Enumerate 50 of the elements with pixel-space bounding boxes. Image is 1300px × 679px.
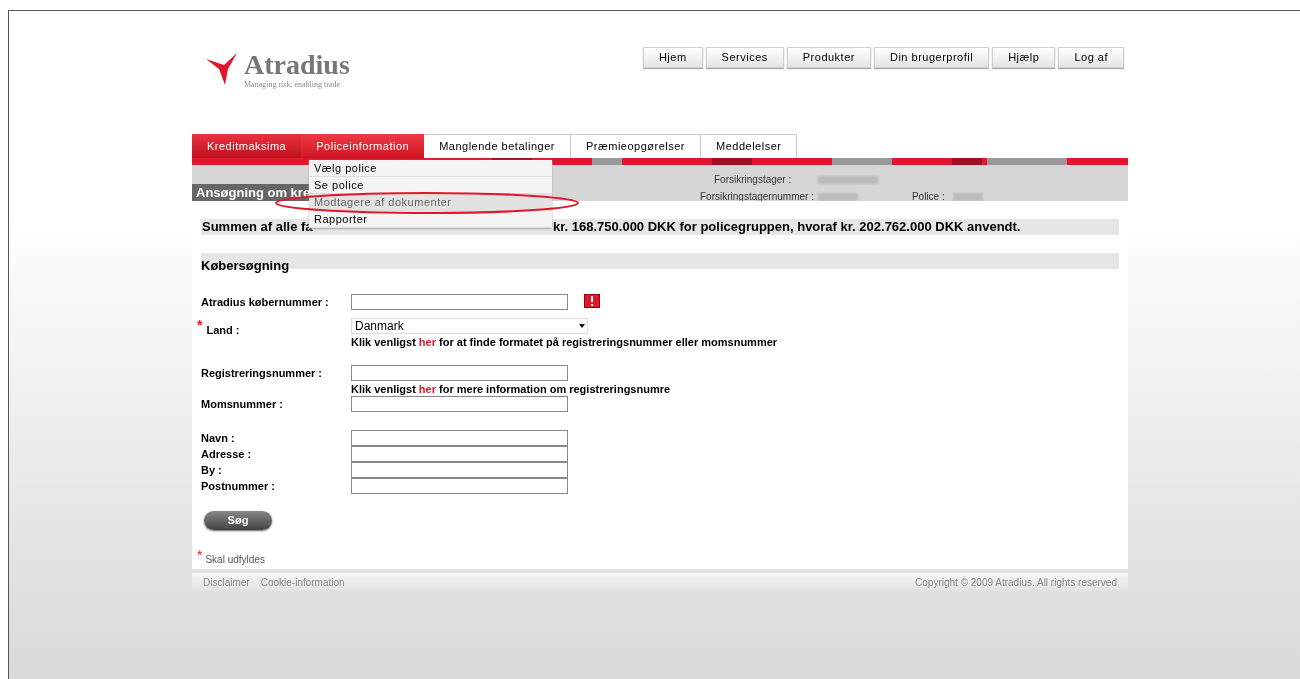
field-label: Registreringsnummer : — [201, 367, 323, 380]
input-field[interactable] — [351, 365, 568, 381]
nav-tab[interactable]: Meddelelser — [701, 134, 798, 158]
search-button[interactable]: Søg — [204, 511, 272, 530]
field-label: Atradius købernummer : — [201, 296, 329, 309]
nav-tab[interactable]: Manglende betalinger — [424, 134, 571, 158]
nav-tab[interactable]: Præmieopgørelser — [570, 134, 702, 158]
input-field[interactable] — [351, 294, 568, 310]
nav-button[interactable]: Din brugerprofil — [873, 47, 990, 68]
nav-button[interactable]: Produkter — [786, 47, 871, 68]
logo-wordmark: Atradius — [244, 51, 350, 79]
field-label: Postnummer : — [201, 480, 275, 493]
input-field[interactable] — [351, 446, 568, 462]
required-mark: * — [197, 549, 203, 562]
info-label: Forsikringstagernummer : — [700, 190, 814, 204]
field-label: Momsnummer : — [201, 398, 283, 411]
menu-item[interactable]: Rapporter — [309, 211, 552, 228]
info-label: Forsikringstager : — [713, 173, 793, 187]
nav-button[interactable]: Services — [705, 47, 784, 68]
input-field[interactable] — [351, 430, 568, 446]
nav-button[interactable]: Hjælp — [992, 47, 1056, 68]
hint-text: Klik venligst her for mere information om registreringsnumre — [351, 382, 671, 396]
required-note: Skal udfyldes — [205, 553, 265, 568]
field-label: Navn : — [201, 432, 235, 445]
caret-icon — [579, 324, 585, 328]
logo-icon — [204, 51, 240, 87]
redacted-value — [952, 193, 983, 201]
redacted-value — [817, 193, 858, 201]
redacted-value — [817, 176, 878, 184]
field-label: By : — [201, 464, 222, 477]
country-dropdown[interactable]: Danmark — [351, 318, 588, 334]
field-label: Adresse : — [201, 448, 252, 461]
input-field[interactable] — [351, 478, 568, 494]
hint-link[interactable]: her — [418, 336, 436, 348]
hint-text: Klik venligst her for at finde formatet på registreringsnummer eller momsnummer — [351, 335, 778, 349]
section-title: Købersøgning — [201, 258, 290, 273]
nav-tab[interactable]: Policeinformation — [301, 134, 425, 158]
info-label: Police : — [911, 190, 945, 204]
input-field[interactable] — [351, 396, 568, 412]
input-field[interactable] — [351, 462, 568, 478]
nav-button[interactable]: Log af — [1058, 47, 1124, 68]
copyright-text: Copyright © 2009 Atradius. All rights reserved — [915, 575, 1117, 590]
field-label: Land : — [206, 324, 240, 337]
nav-tab[interactable]: Kreditmaksima — [192, 134, 302, 158]
required-mark: * — [197, 320, 203, 330]
hint-link[interactable]: her — [418, 383, 436, 395]
summary-text: kr. 168.750.000 DKK for policegruppen, hvoraf kr. 202.762.000 DKK anvendt. — [553, 219, 1021, 235]
nav-button[interactable]: Hjem — [642, 47, 703, 68]
logo-tagline: Managing risk, enabling trade — [244, 79, 341, 91]
menu-item[interactable]: Vælg police — [309, 160, 552, 177]
